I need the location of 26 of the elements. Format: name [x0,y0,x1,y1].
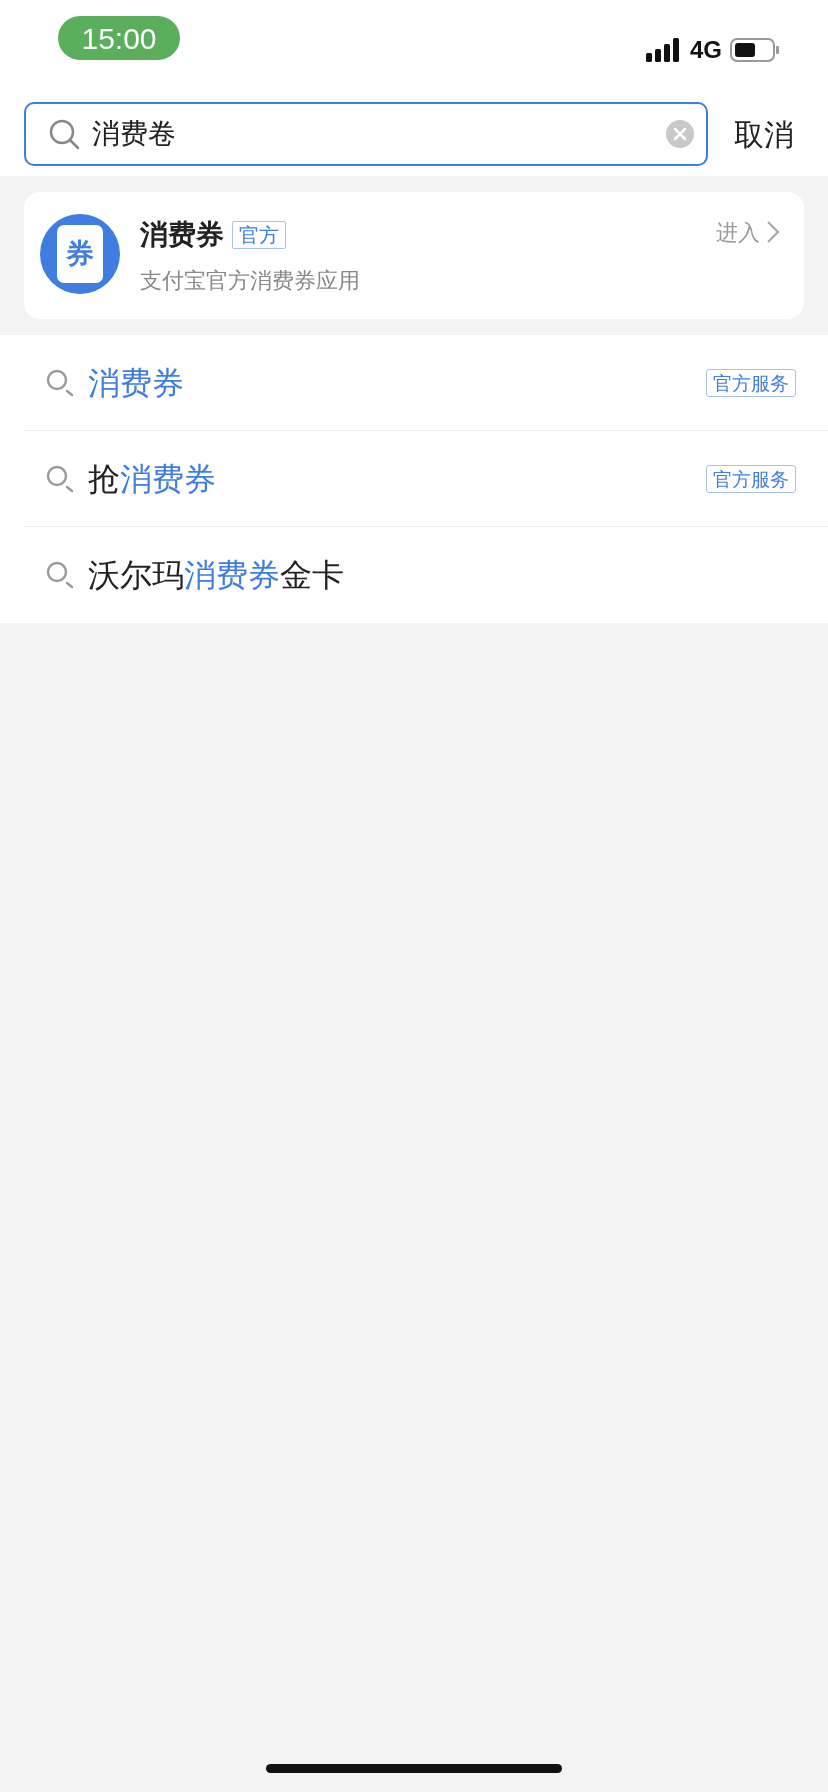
suggestion-item[interactable]: 消费券 官方服务 [24,335,828,431]
official-tag: 官方 [232,221,286,249]
suggestion-item[interactable]: 沃尔玛消费券金卡 [24,527,828,623]
suggestion-text: 沃尔玛消费券金卡 [88,555,345,596]
search-icon [46,368,74,397]
search-icon [48,118,80,150]
suggestion-text: 消费券 [88,362,185,404]
search-icon [46,464,74,493]
network-label: 4G [690,35,722,65]
search-field[interactable]: 消费卷 [24,102,708,166]
clear-icon[interactable] [666,120,694,148]
app-icon: 券 [40,214,120,294]
signal-icon [646,38,682,62]
service-tag: 官方服务 [706,464,796,493]
service-tag: 官方服务 [706,368,796,397]
chevron-icon [766,220,780,244]
app-description: 支付宝官方消费券应用 [140,267,361,295]
search-input[interactable]: 消费卷 [92,113,654,155]
app-card[interactable]: 券 消费券 官方 支付宝官方消费券应用 进入 [24,192,804,319]
cancel-button[interactable]: 取消 [734,111,804,157]
app-title: 消费券 [140,217,224,253]
status-time: 15:00 [58,16,180,60]
suggestion-item[interactable]: 抢消费券 官方服务 [24,431,828,527]
suggestion-text: 抢消费券 [88,458,217,500]
search-icon [46,561,74,589]
battery-icon [730,38,780,62]
